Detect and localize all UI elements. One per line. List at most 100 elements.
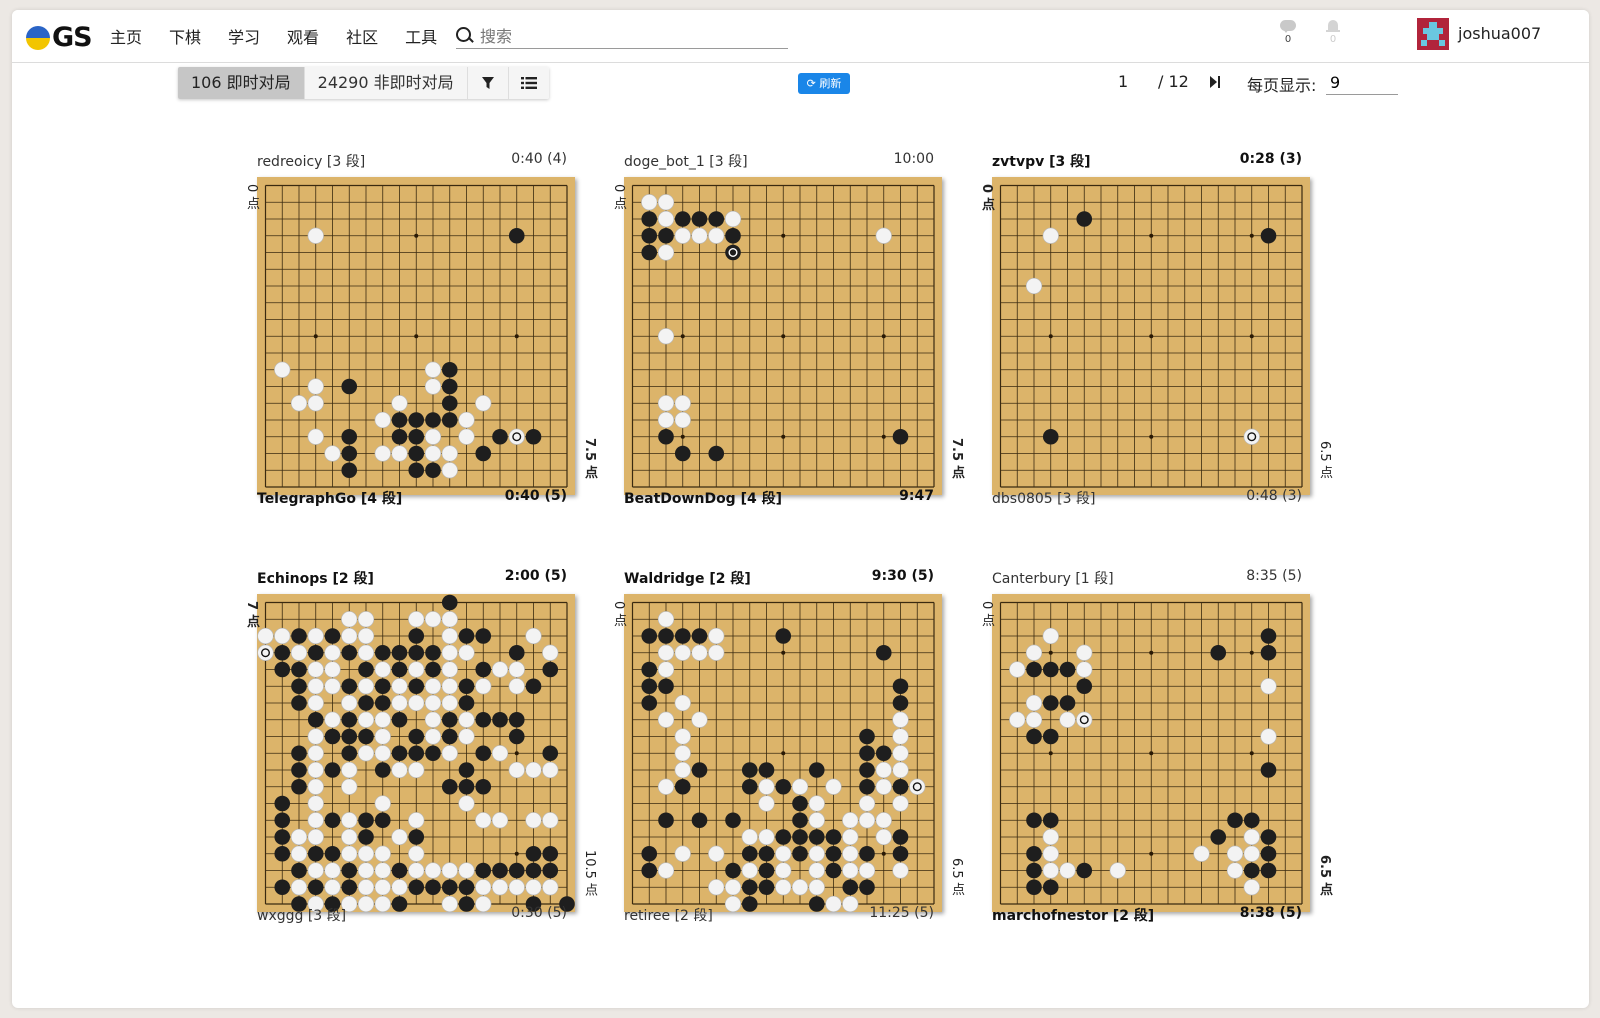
white-stone (875, 761, 892, 779)
menu-watch[interactable]: 观看 (287, 24, 319, 48)
menu-tools[interactable]: 工具 (405, 24, 437, 48)
list-view-button[interactable] (508, 67, 549, 99)
black-stone (508, 862, 525, 879)
white-stone (657, 644, 675, 661)
white-stone (475, 879, 492, 896)
game-card[interactable]: Waldridge [2 段] 9:30 (5) retiree [2 段] 11:2… (609, 568, 964, 940)
white-stone (374, 445, 391, 462)
white-stone (1025, 644, 1043, 661)
white-stone (274, 361, 291, 378)
black-stone (892, 829, 909, 845)
black-stone (708, 445, 725, 462)
black-stone (1076, 211, 1093, 227)
board-grid (631, 184, 935, 488)
white-stone (424, 378, 442, 395)
top-player-row: Waldridge [2 段] 9:30 (5) (624, 568, 934, 588)
black-stone (475, 745, 492, 762)
white-stone (508, 879, 525, 896)
menu-home[interactable]: 主页 (110, 24, 142, 48)
menu-community[interactable]: 社区 (346, 24, 378, 48)
white-stone (542, 761, 559, 779)
black-stone (825, 845, 842, 862)
avatar[interactable] (1417, 18, 1449, 50)
bottom-player-name[interactable]: retiree [2 段] (624, 905, 713, 925)
black-stone (1260, 762, 1277, 778)
go-board[interactable] (992, 594, 1310, 912)
black-stone (525, 862, 542, 879)
bottom-player-name[interactable]: wxggg [3 段] (257, 905, 346, 925)
black-stone (658, 628, 674, 644)
username[interactable]: joshua007 (1458, 24, 1541, 43)
page-current[interactable]: 1 (1118, 72, 1128, 91)
white-stone (391, 828, 408, 846)
bottom-player-name[interactable]: TelegraphGo [4 段] (257, 488, 402, 508)
white-stone (441, 745, 458, 762)
black-stone (341, 428, 358, 445)
black-stone (508, 711, 525, 728)
correspondence-games-tab[interactable]: 24290 非即时对局 (304, 67, 468, 99)
go-board[interactable] (624, 594, 942, 912)
black-stone (758, 845, 775, 862)
black-stone (274, 661, 291, 678)
menu-learn[interactable]: 学习 (228, 24, 260, 48)
live-games-tab[interactable]: 106 即时对局 (178, 67, 305, 99)
last-page-icon[interactable] (1210, 76, 1222, 88)
game-card[interactable]: Echinops [2 段] 2:00 (5) wxggg [3 段] 0:30 (5… (242, 568, 597, 940)
black-stone (274, 879, 291, 896)
notification-indicator[interactable]: 0 (1324, 20, 1342, 45)
game-card[interactable]: doge_bot_1 [3 段] 10:00 BeatDownDog [4 段] 9:… (609, 151, 964, 523)
top-player-name[interactable]: Canterbury [1 段] (992, 568, 1114, 588)
black-stone (792, 812, 808, 829)
white-stone (341, 812, 358, 829)
chat-indicator[interactable]: 0 (1279, 20, 1297, 45)
per-page-input[interactable] (1326, 70, 1398, 95)
white-stone (341, 761, 358, 779)
black-stone (458, 678, 475, 695)
top-player-name[interactable]: doge_bot_1 [3 段] (624, 151, 748, 171)
bottom-player-name[interactable]: dbs0805 [3 段] (992, 488, 1095, 508)
white-stone (657, 611, 675, 628)
white-stone (408, 694, 425, 712)
black-stone (775, 778, 792, 795)
white-stone (775, 862, 792, 879)
game-card[interactable]: zvtvpv [3 段] 0:28 (3) dbs0805 [3 段] 0:48 (3… (977, 151, 1332, 523)
top-player-name[interactable]: Echinops [2 段] (257, 568, 374, 588)
refresh-button[interactable]: ⟳ 刷新 (798, 73, 850, 94)
black-stone (475, 661, 492, 678)
filter-button[interactable] (467, 67, 509, 99)
white-stone (1042, 862, 1059, 879)
white-stone (307, 795, 324, 812)
white-stone (775, 845, 792, 862)
black-stone (425, 412, 441, 428)
search-input[interactable] (478, 24, 782, 48)
go-board[interactable] (624, 177, 942, 495)
black-stone (875, 745, 892, 762)
white-stone (408, 611, 425, 628)
top-player-score: 0 点 (611, 184, 626, 210)
notification-count: 0 (1329, 34, 1337, 45)
top-player-name[interactable]: Waldridge [2 段] (624, 568, 751, 588)
white-stone (424, 611, 442, 628)
black-stone (825, 862, 842, 879)
site-logo[interactable]: GS (26, 22, 93, 53)
go-board[interactable] (992, 177, 1310, 495)
game-card[interactable]: redreoicy [3 段] 0:40 (4) TelegraphGo [4 段]… (242, 151, 597, 523)
black-stone (1026, 879, 1042, 896)
black-stone (508, 644, 525, 661)
white-stone (525, 761, 542, 779)
top-player-name[interactable]: redreoicy [3 段] (257, 151, 365, 171)
black-stone (792, 795, 808, 812)
black-stone (1042, 695, 1059, 711)
white-stone (324, 678, 341, 695)
menu-play[interactable]: 下棋 (169, 24, 201, 48)
go-board[interactable] (257, 177, 575, 495)
go-board[interactable] (257, 594, 575, 912)
top-player-name[interactable]: zvtvpv [3 段] (992, 151, 1091, 171)
bottom-player-name[interactable]: marchofnestor [2 段] (992, 905, 1154, 925)
white-stone (842, 845, 859, 862)
white-stone (424, 428, 442, 445)
black-stone (441, 412, 458, 428)
bottom-player-name[interactable]: BeatDownDog [4 段] (624, 488, 782, 508)
white-stone (674, 694, 691, 712)
game-card[interactable]: Canterbury [1 段] 8:35 (5) marchofnestor [2… (977, 568, 1332, 940)
